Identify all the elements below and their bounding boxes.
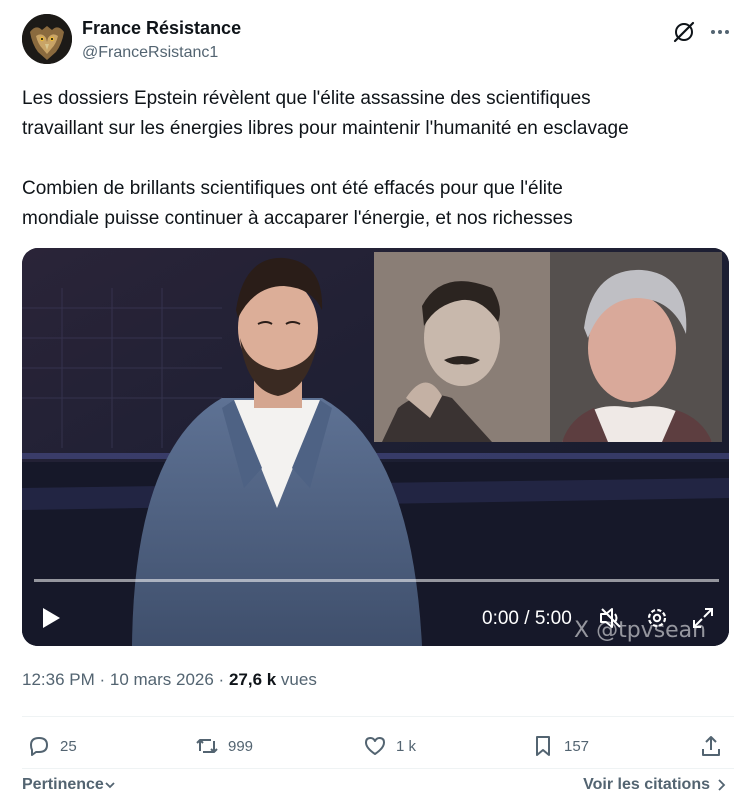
bookmark-count: 157 [564,737,590,755]
sort-dropdown[interactable]: Pertinence [22,776,116,794]
repost-button[interactable]: 999 [194,730,253,762]
x-logo-icon: X [574,618,597,643]
tweet-text: Les dossiers Epstein révèlent que l'élit… [22,84,734,234]
views-label: vues [276,670,317,689]
tweet-line: mondiale puisse continuer à accaparer l'… [22,208,573,229]
video-watermark: X @tpvsean [574,618,707,643]
sort-label: Pertinence [22,776,104,793]
like-button[interactable]: 1 k [362,730,416,762]
reply-icon [30,737,48,756]
like-icon [365,737,385,755]
share-icon [702,736,720,756]
play-icon[interactable] [40,606,62,630]
chevron-right-icon [718,779,726,791]
more-icon[interactable] [706,18,734,46]
chevron-down-icon [105,782,115,789]
avatar[interactable] [22,14,72,64]
tweet-line: Les dossiers Epstein révèlent que l'élit… [22,88,591,109]
video-time: 0:00 / 5:00 [482,608,572,629]
tweet-line: Combien de brillants scientifiques ont é… [22,178,563,199]
share-button[interactable] [698,730,724,762]
video-player[interactable]: 0:00 / 5:00 X @tpvsean [22,248,729,646]
grok-icon[interactable] [670,18,698,46]
bookmark-button[interactable]: 157 [530,730,589,762]
author-handle[interactable]: @FranceRsistanc1 [82,44,218,62]
reply-count: 25 [60,737,77,755]
views-count: 27,6 k [228,670,277,689]
action-bar: 25 999 1 k 157 [22,730,734,762]
tweet-meta: 12:36 PM · 10 mars 2026 · 27,6 k vues [22,670,317,690]
author-name[interactable]: France Résistance [82,18,241,39]
tweet-header: France Résistance @FranceRsistanc1 [22,14,734,66]
repost-icon [196,739,218,753]
like-count: 1 k [396,737,417,755]
video-thumbnail [22,248,729,646]
timestamp[interactable]: 12:36 PM · 10 mars 2026 · [22,670,229,689]
tweet-line: travaillant sur les énergies libres pour… [22,118,629,139]
repost-count: 999 [228,737,254,755]
reply-button[interactable]: 25 [26,730,77,762]
quotes-label: Voir les citations [583,776,710,793]
video-progress-bar[interactable] [34,579,719,582]
bookmark-icon [536,736,550,756]
divider [22,768,734,769]
divider [22,716,734,717]
quotes-link[interactable]: Voir les citations [583,776,728,794]
